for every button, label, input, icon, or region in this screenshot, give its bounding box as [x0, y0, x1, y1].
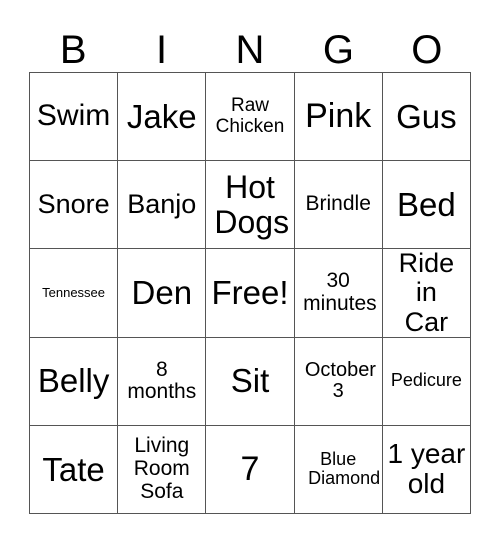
bingo-cell[interactable]: Raw Chicken — [206, 73, 295, 162]
bingo-cell[interactable]: Gus — [382, 73, 471, 162]
bingo-cell[interactable]: Tate — [30, 425, 119, 514]
bingo-cell[interactable]: Free! — [206, 249, 295, 338]
bingo-cell[interactable]: Sit — [206, 337, 295, 426]
bingo-cell[interactable]: Swim — [30, 73, 119, 162]
bingo-cell[interactable]: Ride in Car — [382, 249, 471, 338]
cell-label: Brindle — [305, 192, 371, 216]
cell-label: 7 — [240, 450, 260, 489]
cell-label: 8 months — [127, 357, 197, 404]
header-letter-g: G — [322, 28, 354, 72]
bingo-cell[interactable]: Tennessee — [30, 249, 119, 338]
cell-label: Free! — [211, 274, 289, 312]
bingo-cell[interactable]: Bed — [382, 161, 471, 250]
bingo-cell[interactable]: Den — [118, 249, 207, 338]
bingo-header: B I N G O — [29, 28, 471, 72]
bingo-cell[interactable]: Pedicure — [382, 337, 471, 426]
cell-label: Sit — [230, 362, 270, 400]
cell-label: Tennessee — [42, 284, 106, 300]
bingo-cell[interactable]: 30 minutes — [294, 249, 383, 338]
cell-label: Bed — [397, 185, 456, 223]
cell-label: Living Room Sofa — [133, 434, 190, 503]
cell-label: Belly — [37, 362, 110, 400]
cell-label: Tate — [42, 450, 105, 488]
bingo-cell[interactable]: Brindle — [294, 161, 383, 250]
cell-label: Banjo — [127, 189, 197, 220]
bingo-cell[interactable]: 8 months — [118, 337, 207, 426]
bingo-cell[interactable]: 1 year old — [382, 425, 471, 514]
cell-label: Den — [131, 274, 193, 312]
cell-label: Jake — [126, 97, 197, 135]
header-letter-i: I — [156, 28, 168, 72]
bingo-cell[interactable]: 7 — [206, 425, 295, 514]
bingo-cell[interactable]: Hot Dogs — [206, 161, 295, 250]
cell-label: Hot Dogs — [214, 169, 290, 240]
cell-label: 30 minutes — [303, 269, 377, 315]
cell-label: Pink — [305, 97, 372, 136]
cell-label: 1 year old — [387, 438, 466, 500]
cell-label: Pedicure — [390, 370, 462, 391]
cell-label: Snore — [37, 189, 110, 220]
header-letter-b: B — [59, 28, 87, 72]
bingo-cell[interactable]: Living Room Sofa — [118, 425, 207, 514]
cell-label: October 3 — [304, 358, 376, 403]
cell-label: Ride in Car — [398, 249, 455, 337]
bingo-cell[interactable]: Belly — [30, 337, 119, 426]
bingo-cell[interactable]: Blue Diamond — [294, 425, 383, 514]
header-letter-n: N — [235, 28, 265, 72]
cell-label: Raw Chicken — [215, 95, 285, 137]
cell-label: Blue Diamond — [308, 448, 381, 489]
bingo-cell[interactable]: Banjo — [118, 161, 207, 250]
bingo-cell[interactable]: October 3 — [294, 337, 383, 426]
bingo-cell[interactable]: Snore — [30, 161, 119, 250]
header-letter-o: O — [411, 28, 443, 72]
cell-label: Gus — [396, 97, 457, 135]
cell-label: Swim — [36, 99, 111, 133]
bingo-grid: Swim Jake Raw Chicken Pink Gus Snore Banjo Hot … — [29, 72, 471, 514]
bingo-cell[interactable]: Pink — [294, 73, 383, 162]
bingo-cell[interactable]: Jake — [118, 73, 207, 162]
